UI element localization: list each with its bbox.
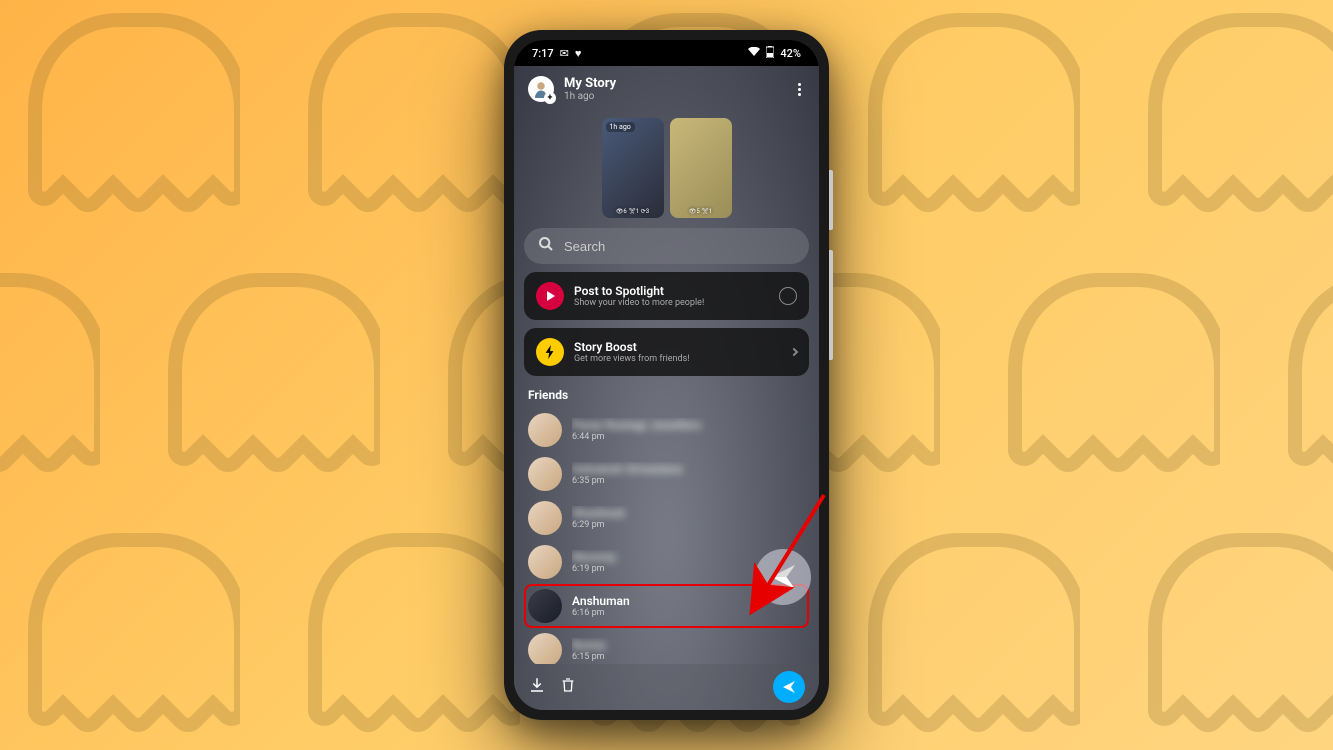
friend-avatar	[528, 633, 562, 664]
header-subtitle: 1h ago	[564, 91, 784, 102]
tile-stats: 👁5 ✂1	[670, 208, 732, 215]
boost-title: Story Boost	[574, 340, 781, 354]
send-button[interactable]	[773, 671, 805, 703]
search-input[interactable]	[564, 239, 795, 254]
friend-time: 6:44 pm	[572, 432, 805, 442]
annotation-send-highlight	[755, 549, 811, 605]
screen: 7:17 ✉ ♥ 42%	[514, 40, 819, 710]
camera-hole	[662, 40, 671, 49]
friend-time: 6:15 pm	[572, 652, 805, 662]
status-battery: 42%	[780, 47, 801, 60]
friend-avatar	[528, 589, 562, 623]
story-tile[interactable]: 👁5 ✂1	[670, 118, 732, 218]
heart-icon: ♥	[575, 47, 582, 60]
menu-button[interactable]	[794, 79, 805, 100]
search-icon	[538, 236, 554, 256]
friend-time: 6:16 pm	[572, 608, 805, 618]
friend-time: 6:35 pm	[572, 476, 805, 486]
download-button[interactable]	[528, 676, 546, 698]
friend-avatar	[528, 545, 562, 579]
friend-avatar	[528, 501, 562, 535]
header-title: My Story	[564, 76, 784, 91]
story-tile[interactable]: 1h ago 👁6 ✂1 ⟳3	[602, 118, 664, 218]
battery-icon	[766, 46, 774, 61]
tile-age: 1h ago	[606, 122, 635, 132]
friend-row[interactable]: Bunny6:15 pm	[524, 628, 809, 664]
bolt-icon	[536, 338, 564, 366]
friend-name: Shashwat	[572, 506, 805, 520]
footer	[514, 664, 819, 710]
friend-name: Paras Rustagi Jewellers	[572, 418, 805, 432]
header: + My Story 1h ago	[514, 66, 819, 112]
friend-avatar	[528, 457, 562, 491]
friend-name: Ashutosh Srivastava	[572, 462, 805, 476]
friend-time: 6:29 pm	[572, 520, 805, 530]
spotlight-radio[interactable]	[779, 287, 797, 305]
tile-stats: 👁6 ✂1 ⟳3	[602, 208, 664, 215]
friend-row[interactable]: Ashutosh Srivastava6:35 pm	[524, 452, 809, 496]
spotlight-title: Post to Spotlight	[574, 284, 769, 298]
boost-card[interactable]: Story Boost Get more views from friends!	[524, 328, 809, 376]
search-box[interactable]	[524, 228, 809, 264]
wifi-icon	[748, 47, 760, 60]
friend-row[interactable]: Shashwat6:29 pm	[524, 496, 809, 540]
spotlight-card[interactable]: Post to Spotlight Show your video to mor…	[524, 272, 809, 320]
boost-sub: Get more views from friends!	[574, 354, 781, 364]
my-story-avatar[interactable]: +	[528, 76, 554, 102]
add-story-icon: +	[544, 92, 556, 104]
friends-section-title: Friends	[524, 384, 809, 408]
story-tiles: 1h ago 👁6 ✂1 ⟳3 👁5 ✂1	[514, 112, 819, 228]
status-time: 7:17	[532, 47, 554, 60]
mail-icon: ✉	[560, 47, 569, 60]
background: 7:17 ✉ ♥ 42%	[0, 0, 1333, 750]
phone-frame: 7:17 ✉ ♥ 42%	[504, 30, 829, 720]
chevron-right-icon	[790, 348, 798, 356]
spotlight-sub: Show your video to more people!	[574, 298, 769, 308]
delete-button[interactable]	[560, 676, 576, 698]
play-icon	[536, 282, 564, 310]
friend-name: Bunny	[572, 638, 805, 652]
friend-row[interactable]: Paras Rustagi Jewellers6:44 pm	[524, 408, 809, 452]
friend-avatar	[528, 413, 562, 447]
